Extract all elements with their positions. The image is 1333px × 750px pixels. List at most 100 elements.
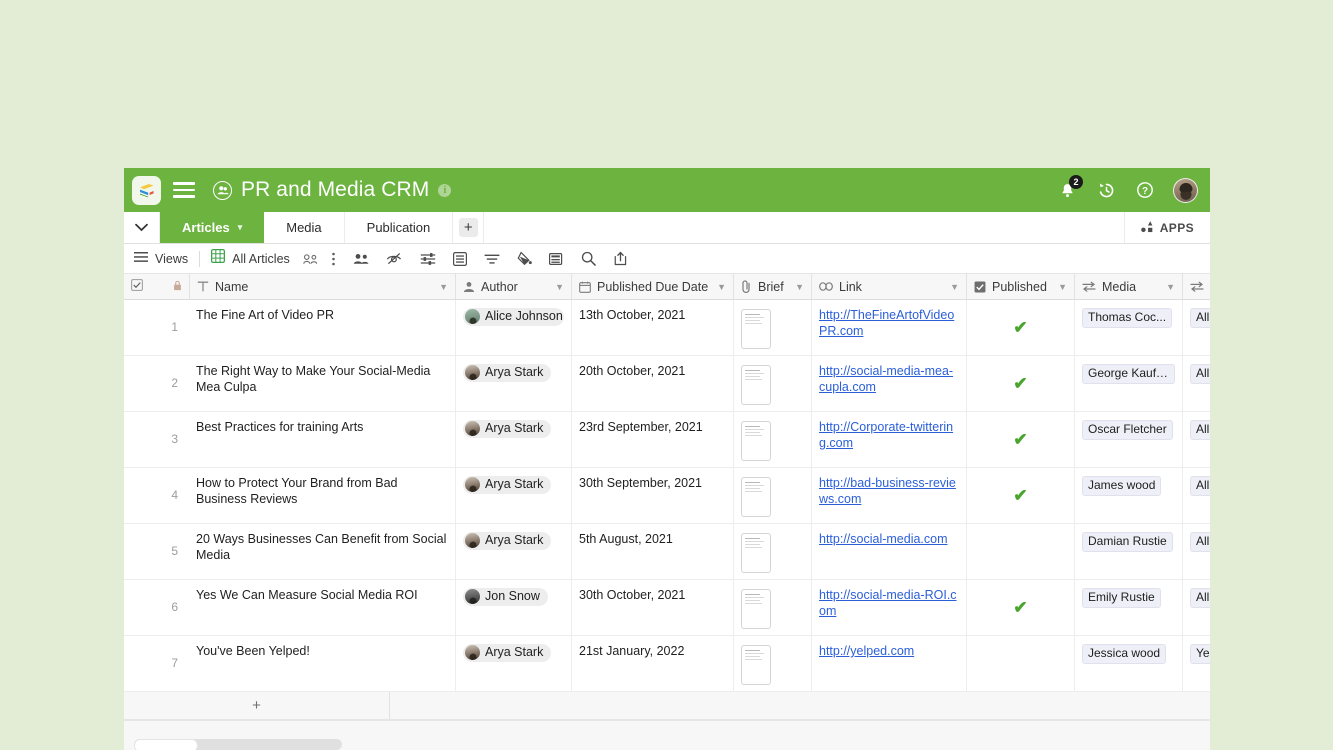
cell-published-due-date[interactable]: 5th August, 2021 (572, 524, 734, 579)
cell-publication[interactable]: All in business (1183, 356, 1210, 411)
check-icon[interactable]: ✔ (1013, 431, 1027, 448)
people-icon[interactable] (353, 253, 369, 265)
cell-name[interactable]: 20 Ways Businesses Can Benefit from Soci… (190, 524, 456, 579)
check-icon[interactable]: ✔ (1013, 375, 1027, 392)
chevron-down-icon[interactable]: ▼ (943, 282, 959, 292)
chevron-down-icon[interactable]: ▼ (1051, 282, 1067, 292)
add-table-button[interactable]: + (453, 212, 483, 243)
check-icon[interactable]: ✔ (1013, 599, 1027, 616)
cell-published[interactable]: ✔ (967, 412, 1075, 467)
document-thumbnail-icon[interactable] (741, 589, 771, 629)
link-url[interactable]: http://social-media.com (819, 532, 948, 546)
cell-media[interactable]: Jessica wood (1075, 636, 1183, 691)
add-record-row[interactable]: + (124, 692, 1210, 720)
linked-record-chip[interactable]: James wood (1082, 476, 1161, 496)
help-icon[interactable]: ? (1134, 179, 1156, 201)
bell-icon[interactable]: 2 (1056, 179, 1078, 201)
cell-publication[interactable]: Yelped! (1183, 636, 1210, 691)
column-header-published[interactable]: Published ▼ (967, 274, 1075, 299)
cell-published[interactable] (967, 636, 1075, 691)
link-url[interactable]: http://bad-business-reviews.com (819, 476, 956, 506)
share-icon[interactable] (613, 251, 628, 266)
cell-brief[interactable] (734, 412, 812, 467)
cell-link[interactable]: http://yelped.com (812, 636, 967, 691)
checkbox-icon[interactable] (131, 279, 143, 294)
cell-published-due-date[interactable]: 30th September, 2021 (572, 468, 734, 523)
cell-media[interactable]: Thomas Coc... (1075, 300, 1183, 355)
check-icon[interactable]: ✔ (1013, 487, 1027, 504)
cell-link[interactable]: http://TheFineArtofVideoPR.com (812, 300, 967, 355)
info-icon[interactable]: i (438, 184, 451, 197)
hamburger-menu-icon[interactable] (173, 182, 195, 198)
cell-media[interactable]: Emily Rustie (1075, 580, 1183, 635)
document-thumbnail-icon[interactable] (741, 645, 771, 685)
cell-name[interactable]: Best Practices for training Arts (190, 412, 456, 467)
linked-record-chip[interactable]: Yelped! (1190, 644, 1210, 664)
search-icon[interactable] (581, 251, 596, 266)
views-button[interactable]: Views (134, 250, 188, 268)
document-thumbnail-icon[interactable] (741, 477, 771, 517)
column-header-publication[interactable]: Publication (1183, 274, 1210, 299)
tab-media[interactable]: Media (264, 212, 344, 243)
linked-record-chip[interactable]: Emily Rustie (1082, 588, 1161, 608)
linked-record-chip[interactable]: Damian Rustie (1082, 532, 1173, 552)
column-header-brief[interactable]: Brief ▼ (734, 274, 812, 299)
tab-publication[interactable]: Publication (345, 212, 454, 243)
cell-published[interactable]: ✔ (967, 468, 1075, 523)
column-header-published-due-date[interactable]: Published Due Date ▼ (572, 274, 734, 299)
table-row[interactable]: 520 Ways Businesses Can Benefit from Soc… (124, 524, 1210, 580)
cell-published[interactable]: ✔ (967, 300, 1075, 355)
row-height-icon[interactable] (549, 252, 564, 266)
document-thumbnail-icon[interactable] (741, 421, 771, 461)
cell-publication[interactable]: All in business (1183, 524, 1210, 579)
linked-record-chip[interactable]: Thomas Coc... (1082, 308, 1172, 328)
cell-author[interactable]: Arya Stark (456, 468, 572, 523)
cell-brief[interactable] (734, 636, 812, 691)
chevron-down-icon[interactable] (124, 212, 160, 243)
chevron-down-icon[interactable]: ▾ (238, 222, 243, 233)
link-url[interactable]: http://yelped.com (819, 644, 914, 658)
document-thumbnail-icon[interactable] (741, 533, 771, 573)
avatar[interactable] (1173, 178, 1198, 203)
cell-publication[interactable]: All Art Videos (1183, 300, 1210, 355)
column-header-link[interactable]: Link ▼ (812, 274, 967, 299)
cell-name[interactable]: The Fine Art of Video PR (190, 300, 456, 355)
cell-published[interactable]: ✔ (967, 580, 1075, 635)
history-icon[interactable] (1095, 179, 1117, 201)
linked-record-chip[interactable]: All Art Videos (1190, 308, 1210, 328)
color-paint-icon[interactable] (517, 251, 532, 266)
cell-brief[interactable] (734, 300, 812, 355)
cell-media[interactable]: James wood (1075, 468, 1183, 523)
cell-name[interactable]: The Right Way to Make Your Social-Media … (190, 356, 456, 411)
link-url[interactable]: http://Corporate-twittering.com (819, 420, 953, 450)
sort-icon[interactable] (484, 253, 500, 265)
horizontal-scrollbar[interactable] (134, 739, 342, 750)
cell-link[interactable]: http://bad-business-reviews.com (812, 468, 967, 523)
column-header-media[interactable]: Media ▼ (1075, 274, 1183, 299)
linked-record-chip[interactable]: Oscar Fletcher (1082, 420, 1173, 440)
cell-author[interactable]: Arya Stark (456, 356, 572, 411)
collaborators-icon[interactable] (303, 253, 318, 265)
link-url[interactable]: http://social-media-ROI.com (819, 588, 957, 618)
table-row[interactable]: 3Best Practices for training ArtsArya St… (124, 412, 1210, 468)
table-row[interactable]: 7You've Been Yelped!Arya Stark21st Janua… (124, 636, 1210, 692)
cell-brief[interactable] (734, 524, 812, 579)
cell-published[interactable]: ✔ (967, 356, 1075, 411)
column-header-name[interactable]: Name ▼ (190, 274, 456, 299)
current-view-button[interactable]: All Articles (211, 249, 290, 268)
chevron-down-icon[interactable]: ▼ (710, 282, 726, 292)
column-header-author[interactable]: Author ▼ (456, 274, 572, 299)
cell-media[interactable]: George Kauff... (1075, 356, 1183, 411)
cell-link[interactable]: http://Corporate-twittering.com (812, 412, 967, 467)
link-url[interactable]: http://TheFineArtofVideoPR.com (819, 308, 954, 338)
cell-link[interactable]: http://social-media-ROI.com (812, 580, 967, 635)
check-icon[interactable]: ✔ (1013, 319, 1027, 336)
linked-record-chip[interactable]: Jessica wood (1082, 644, 1166, 664)
cell-media[interactable]: Damian Rustie (1075, 524, 1183, 579)
cell-name[interactable]: You've Been Yelped! (190, 636, 456, 691)
linked-record-chip[interactable]: All in business (1190, 364, 1210, 384)
table-row[interactable]: 4How to Protect Your Brand from Bad Busi… (124, 468, 1210, 524)
cell-link[interactable]: http://social-media.com (812, 524, 967, 579)
linked-record-chip[interactable]: All in business (1190, 476, 1210, 496)
cell-name[interactable]: How to Protect Your Brand from Bad Busin… (190, 468, 456, 523)
